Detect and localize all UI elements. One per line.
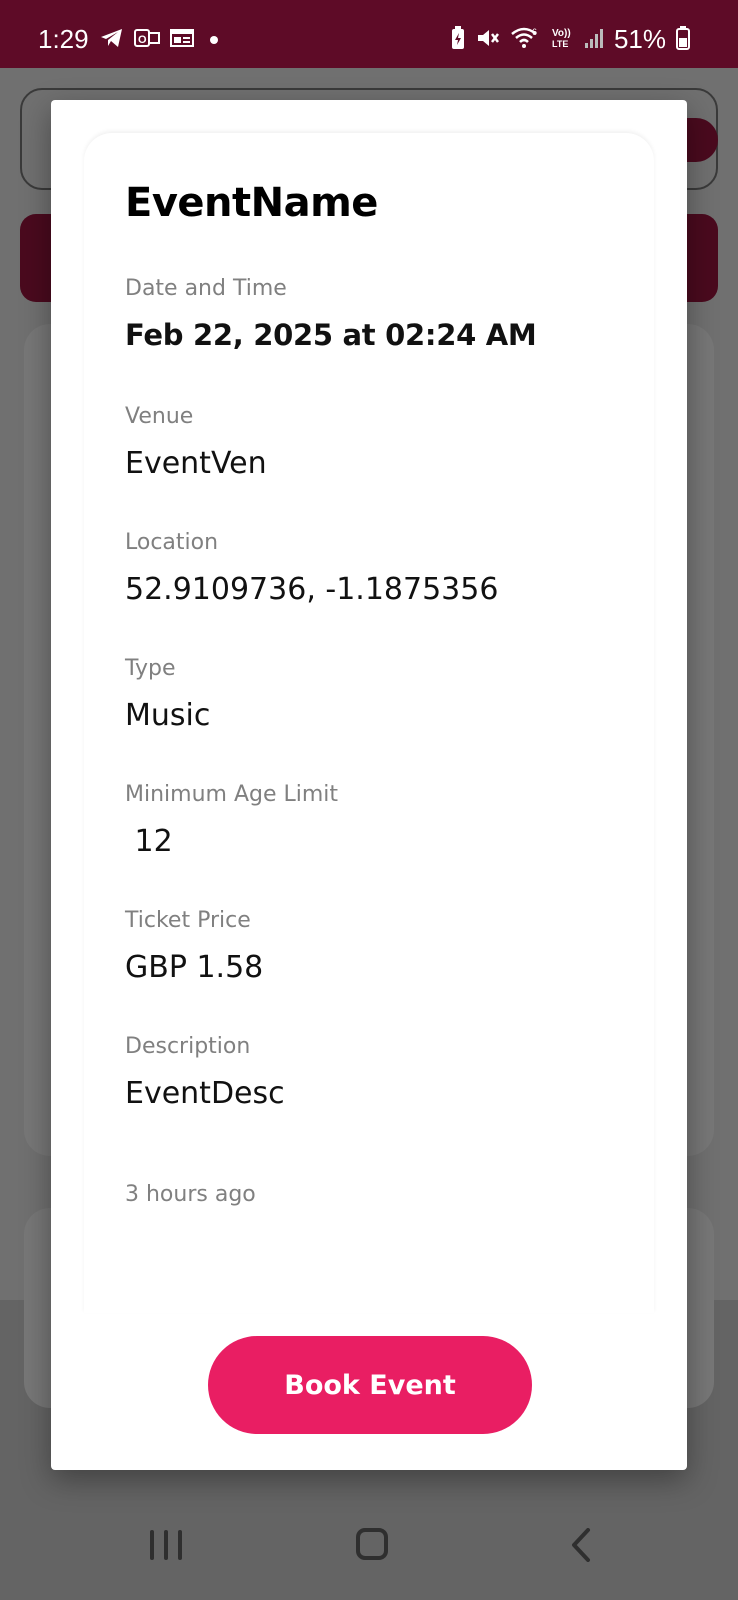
ticket-price-label: Ticket Price bbox=[125, 908, 251, 933]
news-icon bbox=[170, 28, 194, 51]
mute-icon bbox=[476, 27, 500, 53]
status-icons-right: 6 Vo)) LTE 51% bbox=[450, 24, 690, 55]
status-icons-left: O bbox=[100, 28, 218, 51]
wifi-icon: 6 bbox=[510, 26, 540, 54]
home-icon[interactable] bbox=[356, 1528, 388, 1560]
svg-text:6: 6 bbox=[532, 27, 537, 37]
book-event-button[interactable]: Book Event bbox=[208, 1336, 532, 1434]
recent-apps-icon[interactable] bbox=[150, 1530, 182, 1560]
system-nav-bar bbox=[0, 1490, 738, 1600]
status-bar: 1:29 O 6 Vo)) LTE 51% bbox=[0, 0, 738, 68]
signal-icon bbox=[584, 27, 604, 53]
description-label: Description bbox=[125, 1034, 251, 1059]
svg-text:LTE: LTE bbox=[552, 39, 568, 49]
status-time: 1:29 bbox=[38, 24, 89, 54]
description-value: EventDesc bbox=[125, 1076, 285, 1111]
posted-time-ago: 3 hours ago bbox=[125, 1182, 256, 1207]
volte-icon: Vo)) LTE bbox=[550, 26, 574, 54]
ticket-price-value: GBP 1.58 bbox=[125, 950, 264, 985]
event-title: EventName bbox=[125, 180, 378, 226]
min-age-label: Minimum Age Limit bbox=[125, 782, 339, 807]
type-value: Music bbox=[125, 698, 211, 733]
back-icon[interactable] bbox=[566, 1528, 596, 1562]
battery-saver-icon bbox=[450, 25, 466, 54]
notification-dot bbox=[210, 35, 218, 44]
svg-text:O: O bbox=[138, 34, 147, 46]
date-time-value: Feb 22, 2025 at 02:24 AM bbox=[125, 318, 537, 352]
outlook-icon: O bbox=[134, 28, 160, 51]
battery-icon bbox=[676, 25, 690, 54]
location-label: Location bbox=[125, 530, 219, 555]
date-time-label: Date and Time bbox=[125, 276, 287, 301]
min-age-value: 12 bbox=[125, 824, 173, 859]
battery-percent: 51% bbox=[613, 24, 666, 54]
venue-value: EventVen bbox=[125, 446, 267, 481]
location-value: 52.9109736, -1.1875356 bbox=[125, 572, 499, 607]
telegram-icon bbox=[100, 28, 124, 51]
svg-text:Vo)): Vo)) bbox=[552, 28, 571, 39]
event-details-dialog: EventName Date and Time Feb 22, 2025 at … bbox=[51, 100, 687, 1470]
type-label: Type bbox=[125, 656, 176, 681]
venue-label: Venue bbox=[125, 404, 194, 429]
